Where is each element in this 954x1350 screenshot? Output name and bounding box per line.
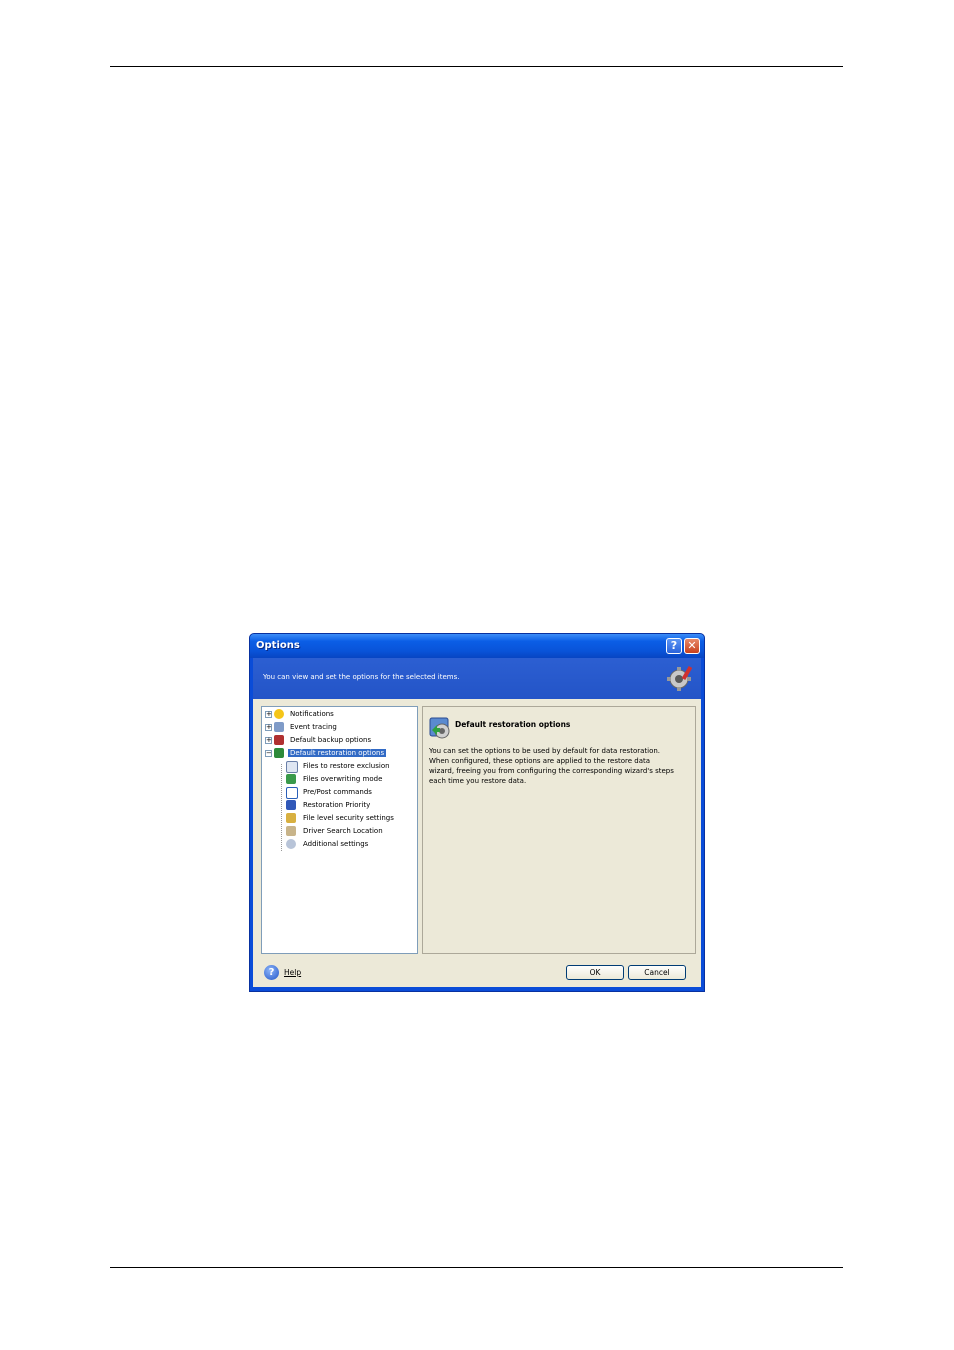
description-line: wizard, freeing you from configuring the… bbox=[429, 767, 674, 775]
driver-search-icon bbox=[286, 826, 296, 836]
details-panel: Default restoration options You can set … bbox=[422, 706, 696, 954]
tree-item-label: Restoration Priority bbox=[303, 801, 371, 809]
window-title: Options bbox=[256, 640, 300, 651]
tree-item-label: Files to restore exclusion bbox=[303, 762, 390, 770]
ok-button[interactable]: OK bbox=[566, 965, 624, 980]
tree-item-label: Files overwriting mode bbox=[303, 775, 383, 783]
tree-item-label: Additional settings bbox=[303, 840, 369, 848]
tree-subitem-files-overwriting-mode[interactable]: Files overwriting mode bbox=[262, 773, 412, 785]
tree-item-notifications[interactable]: + Notifications bbox=[262, 708, 412, 720]
restoration-options-icon bbox=[274, 748, 284, 758]
tree-subitem-file-level-security[interactable]: File level security settings bbox=[262, 812, 412, 824]
dialog-header: You can view and set the options for the… bbox=[253, 658, 701, 699]
tree-item-label: Event tracing bbox=[290, 723, 337, 731]
tree-item-default-restoration-options[interactable]: − Default restoration options bbox=[262, 747, 412, 759]
settings-icon bbox=[286, 839, 296, 849]
tree-subitem-pre-post-commands[interactable]: Pre/Post commands bbox=[262, 786, 412, 799]
commands-icon bbox=[286, 787, 298, 799]
options-dialog: Options ? ✕ You can view and set the opt… bbox=[249, 633, 705, 992]
help-icon[interactable]: ? bbox=[264, 965, 279, 980]
tree-item-label: Pre/Post commands bbox=[303, 788, 372, 796]
help-title-button[interactable]: ? bbox=[666, 638, 682, 654]
tree-item-default-backup-options[interactable]: + Default backup options bbox=[262, 734, 412, 746]
tree-item-label: Notifications bbox=[290, 710, 334, 718]
overwrite-icon bbox=[286, 774, 296, 784]
filter-icon bbox=[286, 761, 298, 773]
security-icon bbox=[286, 813, 296, 823]
description-line: each time you restore data. bbox=[429, 777, 527, 785]
description-line: You can set the options to be used by de… bbox=[429, 747, 661, 755]
tree-item-label: Driver Search Location bbox=[303, 827, 383, 835]
collapse-icon[interactable]: − bbox=[265, 750, 272, 757]
backup-options-icon bbox=[274, 735, 284, 745]
title-bar[interactable]: Options ? ✕ bbox=[250, 634, 704, 658]
tree-item-label: Default backup options bbox=[290, 736, 372, 744]
panel-title: Default restoration options bbox=[455, 720, 571, 729]
restoration-options-icon bbox=[429, 717, 450, 739]
dialog-body: + Notifications + Event tracing + Defaul… bbox=[253, 699, 701, 987]
tree-subitem-driver-search-location[interactable]: Driver Search Location bbox=[262, 825, 412, 837]
header-text: You can view and set the options for the… bbox=[263, 673, 460, 681]
notifications-icon bbox=[274, 709, 284, 719]
expand-icon[interactable]: + bbox=[265, 724, 272, 731]
description-line: When configured, these options are appli… bbox=[429, 757, 651, 765]
tree-item-label-selected: Default restoration options bbox=[288, 749, 387, 757]
expand-icon[interactable]: + bbox=[265, 711, 272, 718]
priority-icon bbox=[286, 800, 296, 810]
close-button[interactable]: ✕ bbox=[684, 638, 700, 654]
page-bottom-rule bbox=[110, 1267, 843, 1268]
page-top-rule bbox=[110, 66, 843, 67]
cancel-button[interactable]: Cancel bbox=[628, 965, 686, 980]
tree-subitem-additional-settings[interactable]: Additional settings bbox=[262, 838, 412, 850]
event-tracing-icon bbox=[274, 722, 284, 732]
tree-subitem-files-to-restore-exclusion[interactable]: Files to restore exclusion bbox=[262, 760, 412, 773]
tree-subitem-restoration-priority[interactable]: Restoration Priority bbox=[262, 799, 412, 811]
tree-item-event-tracing[interactable]: + Event tracing bbox=[262, 721, 412, 733]
help-link[interactable]: Help bbox=[284, 968, 301, 977]
options-tree[interactable]: + Notifications + Event tracing + Defaul… bbox=[261, 706, 418, 954]
tree-item-label: File level security settings bbox=[303, 814, 394, 822]
panel-description: You can set the options to be used by de… bbox=[429, 746, 694, 786]
gear-icon bbox=[667, 665, 693, 691]
expand-icon[interactable]: + bbox=[265, 737, 272, 744]
